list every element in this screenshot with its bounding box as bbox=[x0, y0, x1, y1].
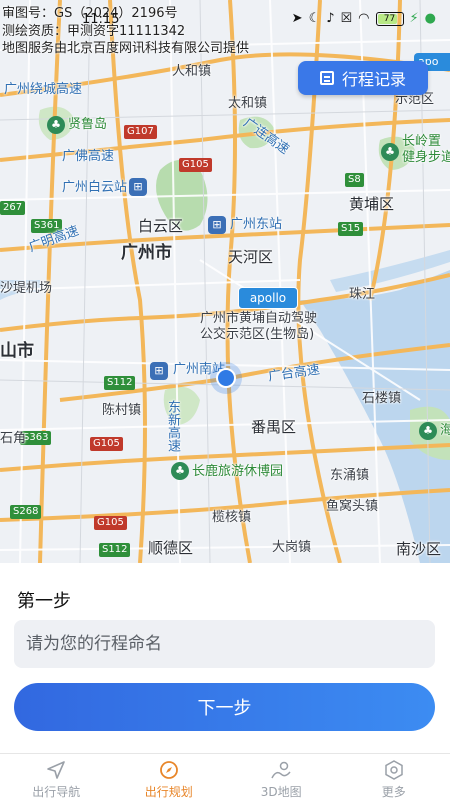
map-label: 贤鲁岛 bbox=[68, 118, 107, 131]
highway-badge: S268 bbox=[10, 505, 41, 519]
highway-badge: S8 bbox=[345, 173, 364, 187]
tab-planning[interactable]: 出行规划 bbox=[113, 754, 226, 801]
map-label: 东新高速 bbox=[166, 400, 179, 452]
map-label: 榄核镇 bbox=[212, 511, 251, 524]
map-label: 珠江 bbox=[349, 288, 375, 301]
city-label: 山市 bbox=[0, 343, 34, 360]
map-label: 长鹿旅游休博园 bbox=[192, 465, 283, 478]
sim-icon: ☒ bbox=[341, 11, 353, 26]
map-label: 广州市黄埔自动驾驶 bbox=[200, 312, 317, 325]
navigation-arrow-icon bbox=[45, 760, 67, 780]
city-label: 广州市 bbox=[121, 245, 172, 262]
map-label: 广州白云站 bbox=[62, 181, 127, 194]
highway-badge: S15 bbox=[338, 222, 363, 236]
district-label: 天河区 bbox=[228, 250, 273, 265]
train-station-icon[interactable]: ⊞ bbox=[129, 178, 147, 196]
map-label: 东涌镇 bbox=[330, 469, 369, 482]
highway-badge: G105 bbox=[179, 158, 212, 172]
district-label: 黄埔区 bbox=[349, 197, 394, 212]
highway-badge: G105 bbox=[94, 516, 127, 530]
mute-icon: ♪ bbox=[326, 11, 334, 26]
map-label: 公交示范区(生物岛) bbox=[200, 328, 314, 341]
district-label: 番禺区 bbox=[251, 420, 296, 435]
notification-dot-icon: ● bbox=[425, 11, 436, 26]
map-label: 石楼镇 bbox=[362, 392, 401, 405]
step-title: 第一步 bbox=[17, 587, 71, 613]
map-label: 广州绕城高速 bbox=[4, 83, 82, 96]
park-pin-icon[interactable]: ♣ bbox=[381, 143, 399, 161]
trip-record-label: 行程记录 bbox=[342, 66, 406, 90]
battery-icon: 77 bbox=[376, 12, 404, 26]
district-label: 南沙区 bbox=[396, 542, 441, 557]
tab-more[interactable]: 更多 bbox=[338, 754, 450, 801]
tab-label: 出行导航 bbox=[32, 783, 80, 800]
map-view[interactable]: 审图号：GS（2024）2196号 测绘资质：甲测资字11111342 地图服务… bbox=[0, 0, 450, 563]
highway-badge: G105 bbox=[90, 437, 123, 451]
more-hexagon-icon bbox=[383, 760, 405, 780]
tab-label: 更多 bbox=[382, 783, 406, 800]
map-label: 广州东站 bbox=[230, 218, 282, 231]
compass-icon bbox=[158, 760, 180, 780]
highway-badge: S112 bbox=[104, 376, 135, 390]
bottom-tab-bar: 出行导航 出行规划 3D地图 更多 bbox=[0, 753, 450, 801]
tab-navigation[interactable]: 出行导航 bbox=[0, 754, 113, 801]
map-label: 太和镇 bbox=[228, 97, 267, 110]
map-label: 健身步道 bbox=[402, 151, 450, 164]
park-pin-icon[interactable]: ♣ bbox=[419, 422, 437, 440]
map-label: 人和镇 bbox=[172, 65, 211, 78]
highway-badge: 267 bbox=[0, 201, 25, 215]
3d-map-icon bbox=[270, 760, 292, 780]
status-icons: ➤ ☾ ♪ ☒ ◠ 77 ⚡ ● bbox=[292, 11, 436, 26]
map-service-provider: 地图服务由北京百度网讯科技有限公司提供 bbox=[2, 37, 249, 56]
map-label: 海 bbox=[440, 424, 450, 437]
park-pin-icon[interactable]: ♣ bbox=[47, 116, 65, 134]
map-label: 石角 bbox=[0, 432, 26, 445]
map-label: 陈村镇 bbox=[102, 404, 141, 417]
apollo-tag[interactable]: apollo bbox=[238, 287, 298, 309]
charging-icon: ⚡ bbox=[410, 11, 419, 26]
map-label: 广佛高速 bbox=[62, 150, 114, 163]
district-label: 白云区 bbox=[138, 219, 183, 234]
train-station-icon[interactable]: ⊞ bbox=[208, 216, 226, 234]
park-pin-icon[interactable]: ♣ bbox=[171, 462, 189, 480]
tab-label: 3D地图 bbox=[261, 783, 302, 800]
next-step-button[interactable]: 下一步 bbox=[14, 683, 435, 731]
status-time: 11:15 bbox=[82, 12, 119, 27]
location-icon: ➤ bbox=[292, 11, 303, 26]
map-label: 长岭置 bbox=[402, 135, 441, 148]
moon-icon: ☾ bbox=[309, 11, 321, 26]
district-label: 顺德区 bbox=[148, 541, 193, 556]
map-label: 鱼窝头镇 bbox=[326, 500, 378, 513]
train-station-icon[interactable]: ⊞ bbox=[150, 362, 168, 380]
status-bar: 11:15 ➤ ☾ ♪ ☒ ◠ 77 ⚡ ● bbox=[0, 8, 450, 32]
map-label: 大岗镇 bbox=[272, 541, 311, 554]
tab-label: 出行规划 bbox=[145, 783, 193, 800]
current-location-marker bbox=[216, 368, 236, 388]
trip-record-button[interactable]: 行程记录 bbox=[298, 61, 428, 95]
wifi-icon: ◠ bbox=[358, 11, 369, 26]
highway-badge: G107 bbox=[124, 125, 157, 139]
list-icon bbox=[320, 71, 334, 85]
trip-name-input[interactable] bbox=[14, 620, 435, 668]
tab-3d-map[interactable]: 3D地图 bbox=[225, 754, 338, 801]
highway-badge: S112 bbox=[99, 543, 130, 557]
map-label: 沙堤机场 bbox=[0, 282, 52, 295]
